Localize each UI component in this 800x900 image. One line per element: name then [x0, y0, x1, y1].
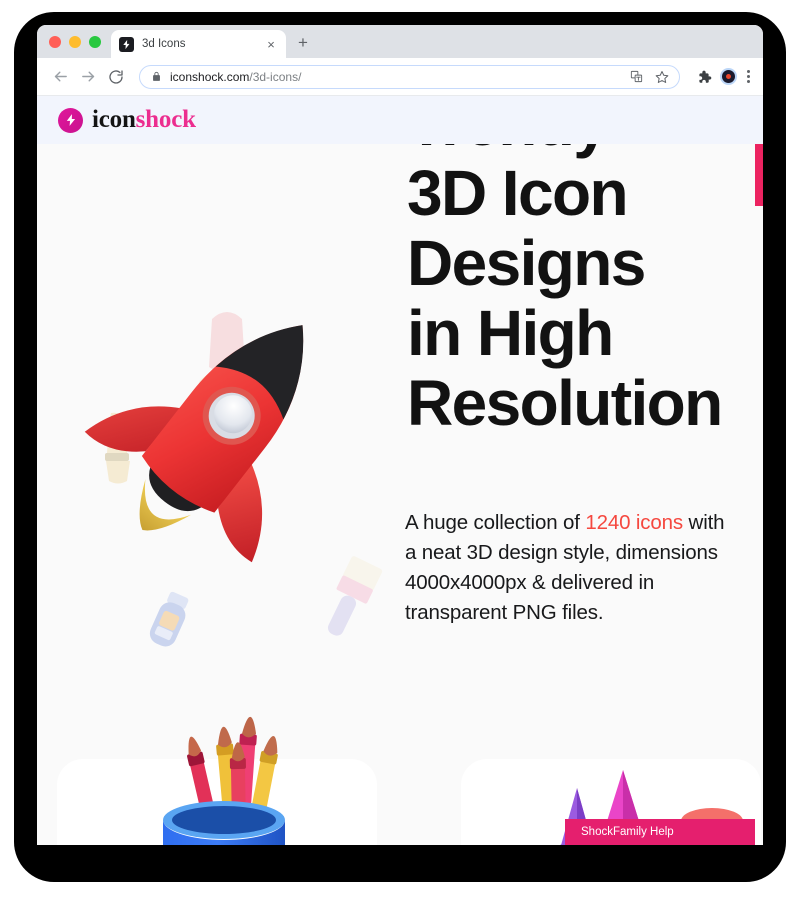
blurred-lighter-icon	[142, 589, 196, 666]
star-icon[interactable]	[653, 68, 671, 86]
back-arrow-icon[interactable]	[47, 64, 73, 90]
browser-toolbar: iconshock.com/3d-icons/	[37, 58, 763, 96]
translate-icon[interactable]	[627, 68, 645, 86]
heading-line-2: 3D Icon	[407, 157, 629, 229]
window-maximize-button[interactable]	[89, 35, 101, 48]
new-tab-button[interactable]: +	[298, 34, 308, 51]
paintbrush-cup-3d-icon	[139, 708, 309, 845]
lock-icon	[151, 71, 162, 82]
profile-avatar-dot	[726, 74, 731, 79]
lightning-bolt-favicon-icon	[119, 36, 134, 52]
window-minimize-button[interactable]	[69, 35, 81, 48]
forward-arrow-icon[interactable]	[75, 64, 101, 90]
hero-section: Trendy 3D Icon Designs in High Resolutio…	[37, 96, 763, 845]
brand-logo[interactable]: iconshock	[58, 106, 196, 134]
heading-line-4: in High	[407, 297, 614, 369]
puzzle-piece-icon[interactable]	[694, 67, 713, 86]
browser-tab-strip: 3d Icons × +	[37, 25, 763, 58]
red-rocket-3d-icon	[67, 276, 357, 611]
icon-count-highlight: 1240 icons	[585, 511, 684, 534]
lightning-bolt-logo-icon	[58, 107, 83, 133]
help-widget-label: ShockFamily Help	[581, 826, 674, 838]
page-scrollbar-thumb[interactable]	[755, 144, 763, 206]
heading-line-3: Designs	[407, 227, 646, 299]
window-close-button[interactable]	[49, 35, 61, 48]
brand-word-shock: shock	[135, 106, 196, 133]
reload-arrow-icon[interactable]	[103, 64, 129, 90]
shockfamily-help-widget[interactable]: ShockFamily Help	[565, 819, 755, 845]
page-viewport: Trendy 3D Icon Designs in High Resolutio…	[37, 96, 763, 845]
address-bar-url: iconshock.com/3d-icons/	[170, 69, 302, 84]
tab-close-icon[interactable]: ×	[264, 38, 278, 51]
browser-tab-title: 3d Icons	[142, 38, 186, 50]
page-scrollbar-track[interactable]	[755, 144, 763, 845]
hero-description: A huge collection of 1240 icons with a n…	[405, 508, 735, 628]
browser-tab[interactable]: 3d Icons ×	[111, 30, 286, 58]
address-bar[interactable]: iconshock.com/3d-icons/	[139, 64, 680, 89]
window-controls	[46, 25, 111, 58]
hero-description-before: A huge collection of	[405, 511, 586, 534]
site-header: iconshock	[37, 96, 763, 144]
brand-wordmark: iconshock	[92, 106, 196, 134]
three-dot-menu-icon[interactable]	[744, 70, 753, 83]
page-title: Trendy 3D Icon Designs in High Resolutio…	[407, 96, 763, 438]
browser-window: 3d Icons × + iconshock.com/3d-icons/ 3D …	[37, 25, 763, 845]
profile-avatar-icon[interactable]	[720, 68, 737, 85]
heading-line-5: Resolution	[407, 367, 723, 439]
brand-word-icon: icon	[92, 106, 136, 133]
toolbar-right-actions	[688, 67, 753, 86]
